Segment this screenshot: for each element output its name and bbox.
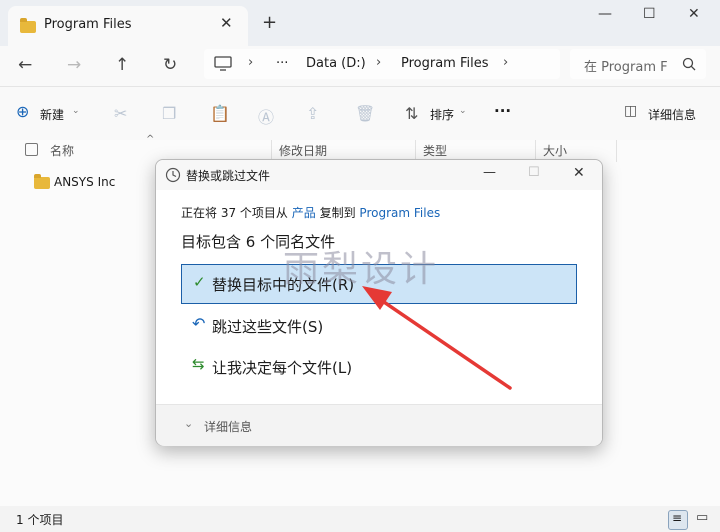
search-box[interactable]: 在 Program F — [570, 49, 706, 79]
breadcrumb-overflow[interactable]: ··· — [276, 56, 288, 71]
chevron-right-icon: › — [503, 55, 509, 70]
breadcrumb-program-files[interactable]: Program Files — [401, 56, 489, 71]
column-date[interactable]: 修改日期 — [279, 142, 327, 159]
folder-icon — [34, 174, 50, 189]
new-tab-button[interactable]: + — [262, 12, 277, 33]
close-tab-button[interactable]: ✕ — [220, 14, 233, 32]
more-options-button[interactable]: ··· — [494, 102, 511, 120]
clock-icon — [165, 167, 181, 183]
tab-bar: Program Files ✕ + — ☐ ✕ — [0, 0, 720, 46]
sort-button[interactable]: 排序 — [430, 106, 454, 123]
skip-arrow-icon: ↶ — [192, 314, 206, 333]
column-size[interactable]: 大小 — [543, 142, 567, 159]
dialog-close-button[interactable]: ✕ — [573, 165, 585, 181]
delete-icon[interactable]: 🗑 — [355, 104, 375, 123]
up-arrow-icon[interactable]: ↑ — [115, 55, 129, 75]
list-item[interactable]: ANSYS Inc — [24, 172, 154, 194]
details-pane-icon[interactable]: ◫ — [624, 103, 637, 119]
share-icon[interactable]: ⇪ — [306, 104, 319, 123]
dialog-titlebar: 替换或跳过文件 — ☐ ✕ — [156, 160, 602, 190]
file-name: ANSYS Inc — [54, 175, 116, 189]
item-count: 1 个项目 — [16, 513, 64, 527]
checkmark-icon: ✓ — [193, 273, 206, 291]
copy-info: 正在将 37 个项目从 产品 复制到 Program Files — [181, 204, 440, 221]
tab-title: Program Files — [44, 17, 132, 32]
maximize-button[interactable]: ☐ — [528, 165, 540, 180]
column-divider[interactable] — [616, 140, 617, 162]
decide-option-label: 让我决定每个文件(L) — [212, 359, 353, 377]
decide-each-option[interactable]: ⇆ 让我决定每个文件(L) — [181, 347, 577, 387]
forward-arrow-icon[interactable]: → — [67, 55, 81, 75]
command-bar: ⊕ 新建 ⌄ ✂ ❐ 📋 Ⓐ ⇪ 🗑 ⇅ 排序 ⌄ ··· ◫ 详细信息 — [0, 86, 720, 141]
copy-info-mid: 复制到 — [319, 206, 356, 220]
column-name[interactable]: 名称 — [50, 142, 74, 159]
tab-program-files[interactable]: Program Files ✕ — [8, 6, 248, 46]
new-button[interactable]: 新建 — [40, 106, 64, 123]
cut-icon[interactable]: ✂ — [114, 104, 127, 123]
minimize-button[interactable]: — — [598, 6, 612, 22]
list-view-icon: ≡ — [672, 511, 683, 525]
copy-info-prefix: 正在将 37 个项目从 — [181, 206, 288, 220]
search-placeholder: 在 Program F — [584, 60, 668, 75]
paste-icon[interactable]: 📋 — [210, 104, 230, 123]
folder-icon — [20, 18, 36, 33]
sort-icon[interactable]: ⇅ — [405, 104, 418, 123]
skip-files-option[interactable]: ↶ 跳过这些文件(S) — [181, 306, 577, 346]
select-all-checkbox[interactable] — [25, 143, 38, 156]
chevron-down-icon: ⌄ — [184, 417, 194, 430]
skip-option-label: 跳过这些文件(S) — [212, 318, 324, 336]
status-bar: 1 个项目 ≡ ▭ — [0, 506, 720, 532]
address-bar[interactable]: › ··· Data (D:) › Program Files › — [204, 49, 560, 79]
minimize-button[interactable]: — — [483, 165, 496, 180]
new-plus-icon[interactable]: ⊕ — [16, 102, 29, 121]
copy-icon[interactable]: ❐ — [162, 104, 176, 123]
details-view-button[interactable]: ≡ — [668, 510, 688, 530]
watermark: 雨梨设计 — [283, 249, 440, 290]
chevron-right-icon: › — [376, 55, 382, 70]
chevron-down-icon: ⌄ — [72, 106, 80, 116]
refresh-icon[interactable]: ↻ — [163, 55, 177, 75]
breadcrumb-data-d[interactable]: Data (D:) — [306, 56, 366, 71]
this-pc-icon — [214, 56, 232, 71]
tiles-view-icon[interactable]: ▭ — [696, 510, 708, 525]
dialog-title: 替换或跳过文件 — [186, 169, 271, 183]
maximize-button[interactable]: ☐ — [643, 6, 656, 22]
details-button[interactable]: 详细信息 — [648, 106, 696, 123]
back-arrow-icon[interactable]: ← — [18, 55, 32, 75]
dialog-footer: ⌄ 详细信息 — [156, 404, 602, 446]
replace-or-skip-dialog: 替换或跳过文件 — ☐ ✕ 正在将 37 个项目从 产品 复制到 Program… — [155, 159, 603, 446]
rename-icon[interactable]: Ⓐ — [258, 104, 274, 128]
window-close-button[interactable]: ✕ — [688, 6, 700, 22]
sort-up-icon: ^ — [146, 134, 155, 145]
navigation-bar: ← → ↑ ↻ › ··· Data (D:) › Program Files … — [0, 46, 720, 86]
more-details-label: 详细信息 — [204, 420, 253, 434]
destination-link[interactable]: Program Files — [359, 206, 440, 220]
source-link[interactable]: 产品 — [292, 206, 316, 220]
chevron-right-icon: › — [248, 55, 254, 70]
chevron-down-icon: ⌄ — [459, 106, 467, 116]
column-type[interactable]: 类型 — [423, 142, 447, 159]
compare-files-icon: ⇆ — [192, 355, 205, 373]
search-icon — [682, 57, 696, 71]
